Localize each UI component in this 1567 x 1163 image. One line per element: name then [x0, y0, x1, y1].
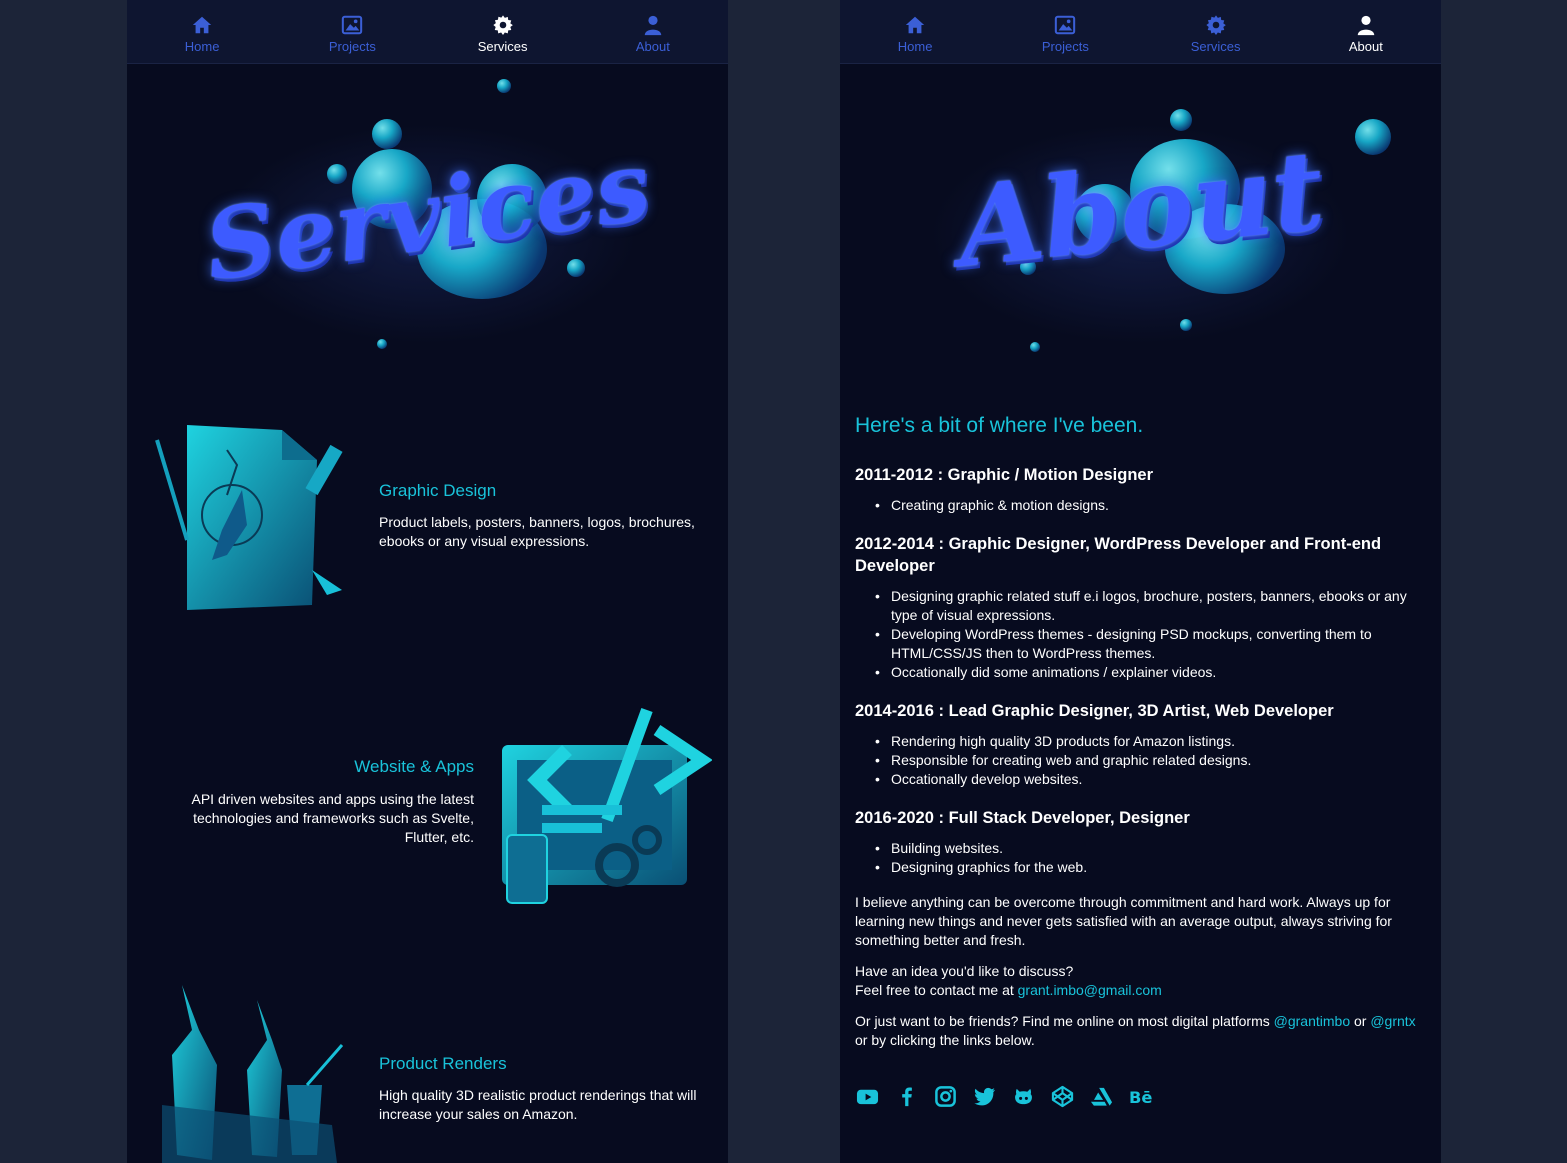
job-duties: Designing graphic related stuff e.i logo…: [855, 587, 1430, 682]
contact-paragraph: Have an idea you'd like to discuss? Feel…: [855, 962, 1430, 1000]
github-icon[interactable]: [1011, 1084, 1036, 1109]
job-duties: Rendering high quality 3D products for A…: [855, 732, 1430, 789]
service-title: Product Renders: [379, 1054, 507, 1073]
gear-icon: [1206, 14, 1226, 35]
pen-tool-illustration: [155, 425, 343, 610]
about-page-panel: Home Projects Services About About Here'…: [840, 0, 1441, 1163]
nav-label: Projects: [1041, 38, 1089, 54]
twitter-icon[interactable]: [972, 1084, 997, 1109]
list-item: Occationally did some animations / expla…: [875, 663, 1430, 682]
bubble-decoration: [377, 339, 387, 349]
contact-line: Feel free to contact me at: [855, 982, 1018, 998]
nav-label: Services: [477, 38, 528, 54]
social-links: Bē: [855, 1084, 1430, 1109]
list-item: Developing WordPress themes - designing …: [875, 625, 1430, 663]
service-title: Graphic Design: [379, 481, 497, 500]
nav-item-about[interactable]: About: [578, 0, 728, 63]
service-graphic-design: Graphic Design Product labels, posters, …: [127, 420, 728, 620]
list-item: Rendering high quality 3D products for A…: [875, 732, 1430, 751]
behance-icon[interactable]: Bē: [1128, 1084, 1153, 1109]
artstation-icon[interactable]: [1089, 1084, 1114, 1109]
bubble-decoration: [1030, 342, 1040, 352]
belief-paragraph: I believe anything can be overcome throu…: [855, 894, 1392, 948]
services-page-panel: Home Projects Services About Services Gr…: [127, 0, 728, 1163]
job-title: 2014-2016 : Lead Graphic Designer, 3D Ar…: [855, 702, 1334, 720]
nav-item-home[interactable]: Home: [127, 0, 277, 63]
hero-banner: About: [840, 64, 1441, 394]
user-icon: [644, 15, 662, 35]
friends-text: Or just want to be friends? Find me onli…: [855, 1013, 1274, 1029]
list-item: Responsible for creating web and graphic…: [875, 751, 1430, 770]
nav-label: About: [1348, 38, 1383, 54]
top-nav: Home Projects Services About: [840, 0, 1441, 64]
user-icon: [1357, 15, 1375, 35]
code-monitor-illustration: [502, 707, 712, 904]
nav-item-services[interactable]: Services: [1141, 0, 1291, 63]
home-icon: [905, 16, 925, 33]
svg-text:Bē: Bē: [1129, 1088, 1152, 1107]
friends-or: or: [1354, 1013, 1371, 1029]
list-item: Building websites.: [875, 839, 1430, 858]
instagram-icon[interactable]: [933, 1084, 958, 1109]
nav-item-projects[interactable]: Projects: [277, 0, 427, 63]
hero-banner: Services: [127, 64, 728, 394]
job-title: 2011-2012 : Graphic / Motion Designer: [855, 466, 1154, 484]
service-website-apps: Website & Apps API driven websites and a…: [127, 700, 728, 910]
bubble-decoration: [372, 119, 402, 149]
list-item: Creating graphic & motion designs.: [875, 496, 1430, 515]
image-icon: [342, 15, 363, 34]
list-item: Designing graphics for the web.: [875, 858, 1430, 877]
contact-line: Have an idea you'd like to discuss?: [855, 963, 1074, 979]
nav-label: Services: [1190, 38, 1241, 54]
job-duties: Building websites. Designing graphics fo…: [855, 839, 1430, 877]
about-content: Here's a bit of where I've been. 2011-20…: [855, 414, 1430, 1109]
bubble-decoration: [567, 259, 585, 277]
list-item: Occationally develop websites.: [875, 770, 1430, 789]
nav-item-projects[interactable]: Projects: [990, 0, 1140, 63]
bubble-decoration: [1170, 109, 1192, 131]
youtube-icon[interactable]: [855, 1084, 880, 1109]
nav-label: Home: [897, 38, 933, 54]
list-item: Designing graphic related stuff e.i logo…: [875, 587, 1430, 625]
codepen-icon[interactable]: [1050, 1084, 1075, 1109]
handle-link-grantimbo[interactable]: @grantimbo: [1274, 1013, 1350, 1029]
service-description: API driven websites and apps using the l…: [191, 791, 474, 845]
home-icon: [192, 16, 212, 33]
service-description: High quality 3D realistic product render…: [379, 1087, 697, 1122]
gear-icon: [493, 14, 513, 35]
facebook-icon[interactable]: [894, 1084, 919, 1109]
nav-label: Projects: [328, 38, 376, 54]
social-paragraph: Or just want to be friends? Find me onli…: [855, 1012, 1430, 1050]
nav-item-about[interactable]: About: [1291, 0, 1441, 63]
nav-label: Home: [184, 38, 220, 54]
bottles-illustration: [162, 985, 344, 1163]
nav-item-home[interactable]: Home: [840, 0, 990, 63]
job-title: 2016-2020 : Full Stack Developer, Design…: [855, 809, 1190, 827]
service-description: Product labels, posters, banners, logos,…: [379, 514, 695, 549]
nav-label: About: [635, 38, 670, 54]
job-title: 2012-2014 : Graphic Designer, WordPress …: [855, 535, 1382, 575]
friends-text: or by clicking the links below.: [855, 1032, 1035, 1048]
handle-link-grntx[interactable]: @grntx: [1370, 1013, 1415, 1029]
service-product-renders: Product Renders High quality 3D realisti…: [127, 985, 728, 1163]
job-duties: Creating graphic & motion designs.: [855, 496, 1430, 515]
email-link[interactable]: grant.imbo@gmail.com: [1018, 982, 1162, 998]
service-title: Website & Apps: [354, 757, 474, 776]
bubble-decoration: [497, 79, 511, 93]
bubble-decoration: [1180, 319, 1192, 331]
nav-item-services[interactable]: Services: [428, 0, 578, 63]
top-nav: Home Projects Services About: [127, 0, 728, 64]
image-icon: [1055, 15, 1076, 34]
about-heading: Here's a bit of where I've been.: [855, 414, 1144, 437]
